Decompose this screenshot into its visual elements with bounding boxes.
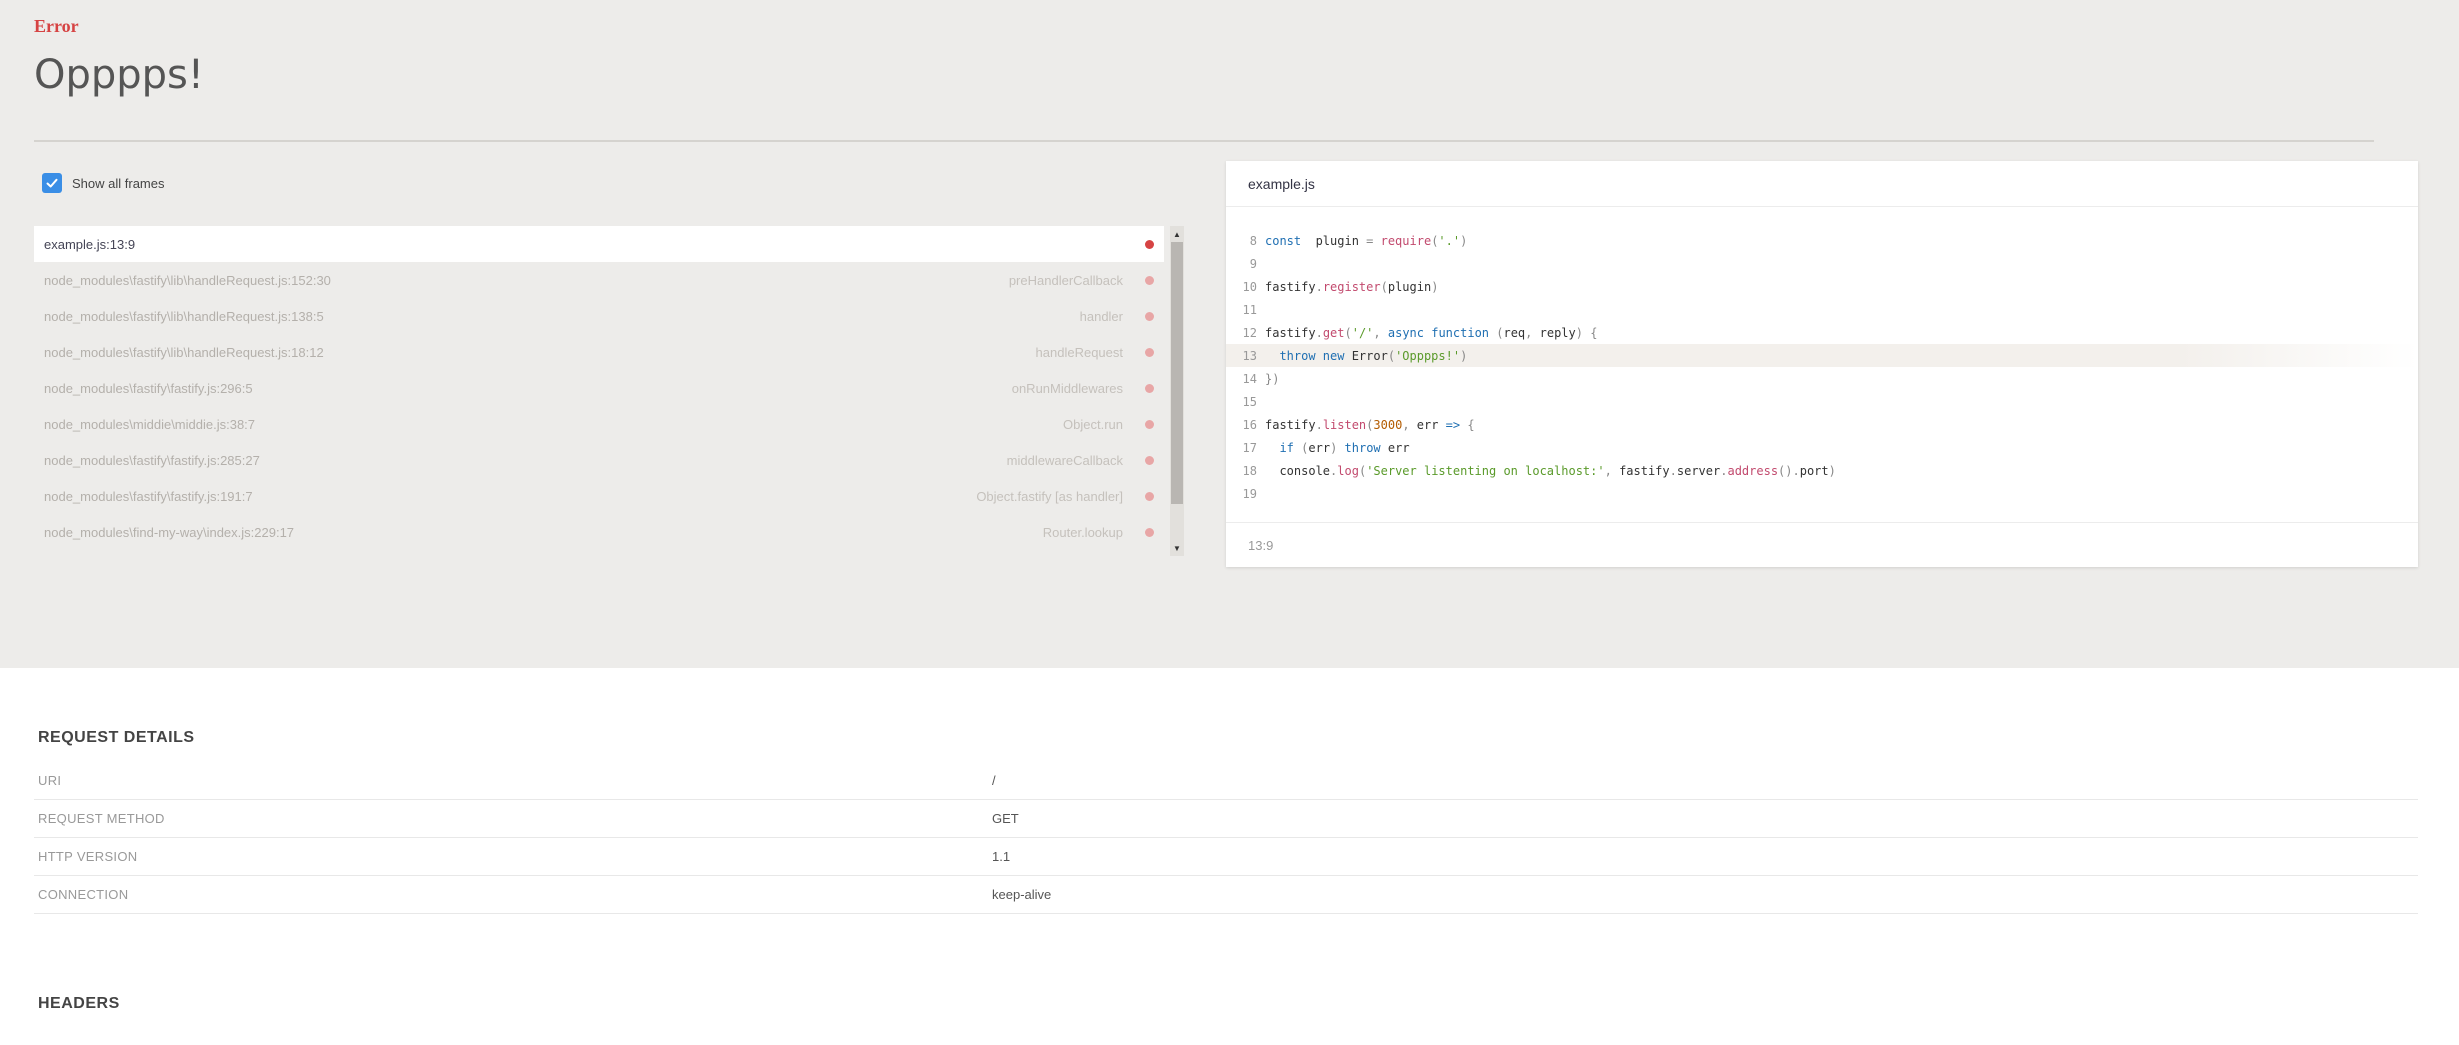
line-number: 19 [1242,486,1257,501]
code-position: 13:9 [1226,522,2418,567]
frame-dot-icon [1145,347,1154,357]
stack-frame[interactable]: node_modules\fastify\lib\handleRequest.j… [34,262,1164,298]
stack-frame-file: node_modules\middie\middie.js:38:7 [44,416,256,432]
stack-frame[interactable]: node_modules\fastify\fastify.js:296:5 onR… [34,370,1164,406]
line-number: 18 [1242,463,1257,478]
code-text: const plugin = require('.') [1265,233,1468,248]
request-detail-key: HTTP VERSION [38,849,138,864]
code-filename: example.js [1226,161,2418,207]
headers-title: HEADERS [38,995,120,1012]
stack-frame-function: Router.lookup [1042,524,1123,540]
frame-dot-icon [1145,491,1154,501]
line-number: 8 [1249,233,1257,248]
line-number: 11 [1242,302,1257,317]
frame-dot-icon [1145,275,1154,285]
request-detail-key: CONNECTION [38,887,129,902]
stack-frame[interactable]: node_modules\fastify\fastify.js:191:7 Obj… [34,478,1164,514]
code-line: 18 console.log('Server listenting on loc… [1226,459,2418,482]
stack-frame[interactable]: node_modules\fastify\lib\handleRequest.j… [34,334,1164,370]
request-details-title: REQUEST DETAILS [38,729,195,746]
stack-frame-file: node_modules\fastify\lib\handleRequest.j… [44,272,331,288]
frame-dot-icon [1145,311,1154,321]
line-number: 10 [1242,279,1257,294]
code-text: if (err) throw err [1279,440,1410,455]
frames-scrollbar[interactable]: ▲ ▼ [1170,226,1184,556]
stack-frame[interactable]: example.js:13:9 [34,226,1164,262]
line-number: 16 [1242,417,1257,432]
line-number: 12 [1242,325,1257,340]
code-line: 9 [1226,252,2418,275]
stack-frame-function: onRunMiddlewares [1011,380,1123,396]
code-snippet: 8 const plugin = require('.') 9 10 fastify.r… [1226,207,2418,505]
frame-dot-icon [1145,527,1154,537]
show-all-frames-label: Show all frames [72,175,165,191]
show-all-frames-checkbox[interactable] [42,173,62,193]
request-detail-key: URI [38,773,62,788]
code-line: 15 [1226,390,2418,413]
code-text: console.log('Server listenting on localh… [1265,463,1836,478]
code-line: 16 fastify.listen(3000, err => { [1226,413,2418,436]
frame-dot-icon [1145,419,1154,429]
stack-frame[interactable]: node_modules\fastify\lib\handleRequest.j… [34,298,1164,334]
frame-dot-icon [1145,455,1154,465]
check-icon [46,178,58,188]
request-detail-value: keep-alive [992,887,1052,902]
request-detail-row: REQUEST METHOD GET [34,800,2418,838]
stack-frame-file: node_modules\fastify\lib\handleRequest.j… [44,308,324,324]
code-line: 14}) [1226,367,2418,390]
request-detail-value: / [992,773,996,788]
request-detail-value: 1.1 [992,849,1011,864]
code-line: 12 fastify.get('/', async function (req, … [1226,321,2418,344]
code-line: 19 [1226,482,2418,505]
request-detail-key: REQUEST METHOD [38,811,165,826]
code-text: fastify.register(plugin) [1265,279,1439,294]
error-type: Error [34,16,79,36]
stack-frame-function: handler [1079,308,1123,324]
error-message: Opppps! [34,52,204,98]
code-line: 17 if (err) throw err [1226,436,2418,459]
line-number: 17 [1242,440,1257,455]
error-header-area: Error Opppps! Show all frames example.js… [0,0,2459,668]
code-text: fastify.get('/', async function (req, re… [1265,325,1598,340]
code-text: throw new Error('Opppps!') [1279,348,1468,363]
stack-frame-function: Object.fastify [as handler] [976,488,1123,504]
code-text: fastify.listen(3000, err => { [1265,417,1475,432]
stack-frame-function: middlewareCallback [1006,452,1123,468]
show-all-frames-toggle[interactable]: Show all frames [42,171,164,195]
request-detail-row: HTTP VERSION 1.1 [34,838,2418,876]
stack-frame-file: example.js:13:9 [44,236,136,252]
line-number: 15 [1242,394,1257,409]
stack-frame-file: node_modules\fastify\fastify.js:285:27 [44,452,260,468]
scroll-thumb[interactable] [1171,242,1183,504]
code-line: 13 throw new Error('Opppps!') [1226,344,2418,367]
code-line: 11 [1226,298,2418,321]
code-panel: example.js 8 const plugin = require('.') 9… [1226,161,2418,567]
stack-frame-file: node_modules\fastify\lib\handleRequest.j… [44,344,324,360]
divider [34,140,2374,142]
request-detail-row: URI / [34,762,2418,800]
frame-dot-icon [1145,239,1154,249]
stack-frames-list: example.js:13:9 node_modules\fastify\lib\… [34,226,1164,556]
request-detail-value: GET [992,811,1019,826]
frame-dot-icon [1145,383,1154,393]
stack-frame-function: preHandlerCallback [1008,272,1123,288]
request-details-table: URI / REQUEST METHOD GET HTTP VERSION 1.1 CONN… [34,762,2418,914]
code-line: 8 const plugin = require('.') [1226,229,2418,252]
stack-frame-file: node_modules\fastify\fastify.js:296:5 [44,380,253,396]
stack-frame[interactable]: node_modules\middie\middie.js:38:7 Object… [34,406,1164,442]
stack-frame-function: handleRequest [1035,344,1123,360]
code-text: }) [1265,371,1280,386]
stack-frame-file: node_modules\find-my-way\index.js:229:17 [44,524,295,540]
request-detail-row: CONNECTION keep-alive [34,876,2418,914]
stack-frame[interactable]: node_modules\find-my-way\index.js:229:17… [34,514,1164,550]
code-line: 10 fastify.register(plugin) [1226,275,2418,298]
stack-frame-function: Object.run [1063,416,1123,432]
stack-frame-file: node_modules\fastify\fastify.js:191:7 [44,488,253,504]
scroll-down-arrow-icon[interactable]: ▼ [1170,540,1184,556]
line-number: 14 [1242,371,1257,386]
line-number: 9 [1249,256,1257,271]
scroll-up-arrow-icon[interactable]: ▲ [1170,226,1184,242]
stack-frame[interactable]: node_modules\fastify\fastify.js:285:27 mi… [34,442,1164,478]
line-number: 13 [1242,348,1257,363]
